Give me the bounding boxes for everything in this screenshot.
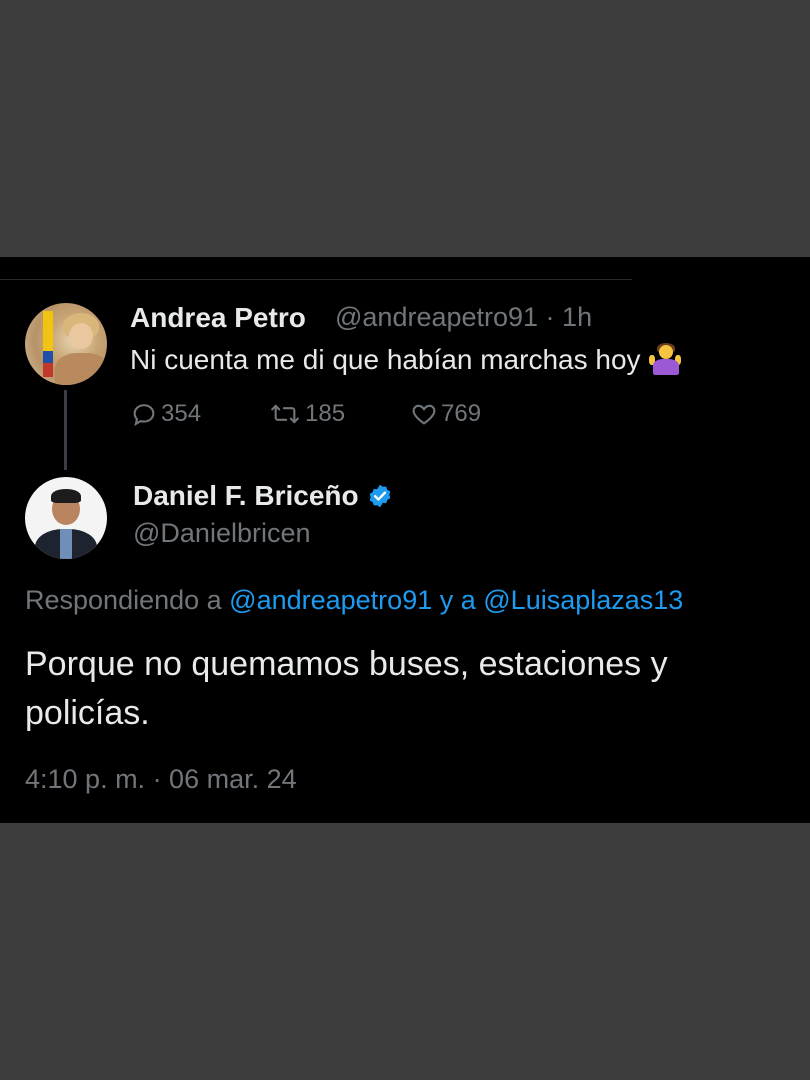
replying-to-line: Respondiendo a @andreapetro91 y a @Luisa…	[25, 585, 683, 616]
divider	[0, 279, 632, 280]
parent-tweet-text-content: Ni cuenta me di que habían marchas hoy	[130, 344, 641, 375]
avatar-andrea-petro[interactable]	[25, 303, 107, 385]
reply-timestamp[interactable]: 4:10 p. m. · 06 mar. 24	[25, 764, 297, 795]
reply-button[interactable]: 354	[130, 400, 201, 428]
heart-icon	[412, 404, 436, 425]
reply-icon	[133, 404, 155, 427]
reply-author-name: Daniel F. Briceño	[133, 480, 359, 511]
reply-tweet-text: Porque no quemamos buses, estaciones y p…	[25, 645, 668, 732]
reply-count: 354	[161, 400, 202, 427]
replying-joiner: y a	[432, 585, 484, 615]
thread-connector-line	[64, 390, 67, 470]
like-count: 769	[441, 400, 482, 427]
like-button[interactable]: 769	[410, 400, 481, 428]
avatar-daniel-briceno[interactable]	[25, 477, 107, 559]
verified-badge-icon	[369, 484, 391, 508]
reply-handle[interactable]: @Danielbricen	[133, 518, 311, 549]
retweet-count: 185	[305, 400, 346, 427]
person-shrugging-emoji-icon	[648, 343, 681, 375]
parent-author-name[interactable]: Andrea Petro	[130, 302, 306, 334]
reply-author-name-row[interactable]: Daniel F. Briceño	[133, 480, 393, 512]
retweet-icon	[271, 404, 299, 424]
replying-prefix: Respondiendo a	[25, 585, 230, 615]
parent-handle-time[interactable]: @andreapetro91 · 1h	[335, 302, 592, 333]
mention-luisaplazas13-link[interactable]: @Luisaplazas13	[483, 585, 683, 615]
parent-tweet-text: Ni cuenta me di que habían marchas hoy	[130, 343, 681, 376]
retweet-button[interactable]: 185	[268, 400, 345, 428]
tweet-card	[0, 257, 810, 823]
mention-andreapetro91-link[interactable]: @andreapetro91	[229, 585, 432, 615]
